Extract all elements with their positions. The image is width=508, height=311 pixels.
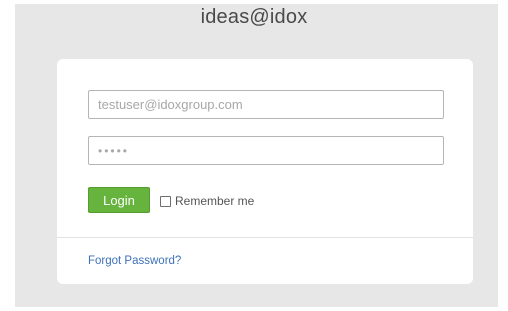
card-divider — [57, 237, 473, 238]
login-card: Login Remember me Forgot Password? — [57, 59, 473, 284]
remember-me-checkbox[interactable] — [160, 195, 171, 207]
remember-me-control[interactable]: Remember me — [160, 193, 254, 209]
login-button[interactable]: Login — [88, 187, 150, 213]
forgot-password-link[interactable]: Forgot Password? — [88, 255, 181, 267]
email-field[interactable] — [88, 90, 444, 119]
remember-me-label[interactable]: Remember me — [175, 194, 254, 208]
app-title: ideas@idox — [200, 6, 308, 28]
password-field[interactable] — [88, 136, 444, 165]
